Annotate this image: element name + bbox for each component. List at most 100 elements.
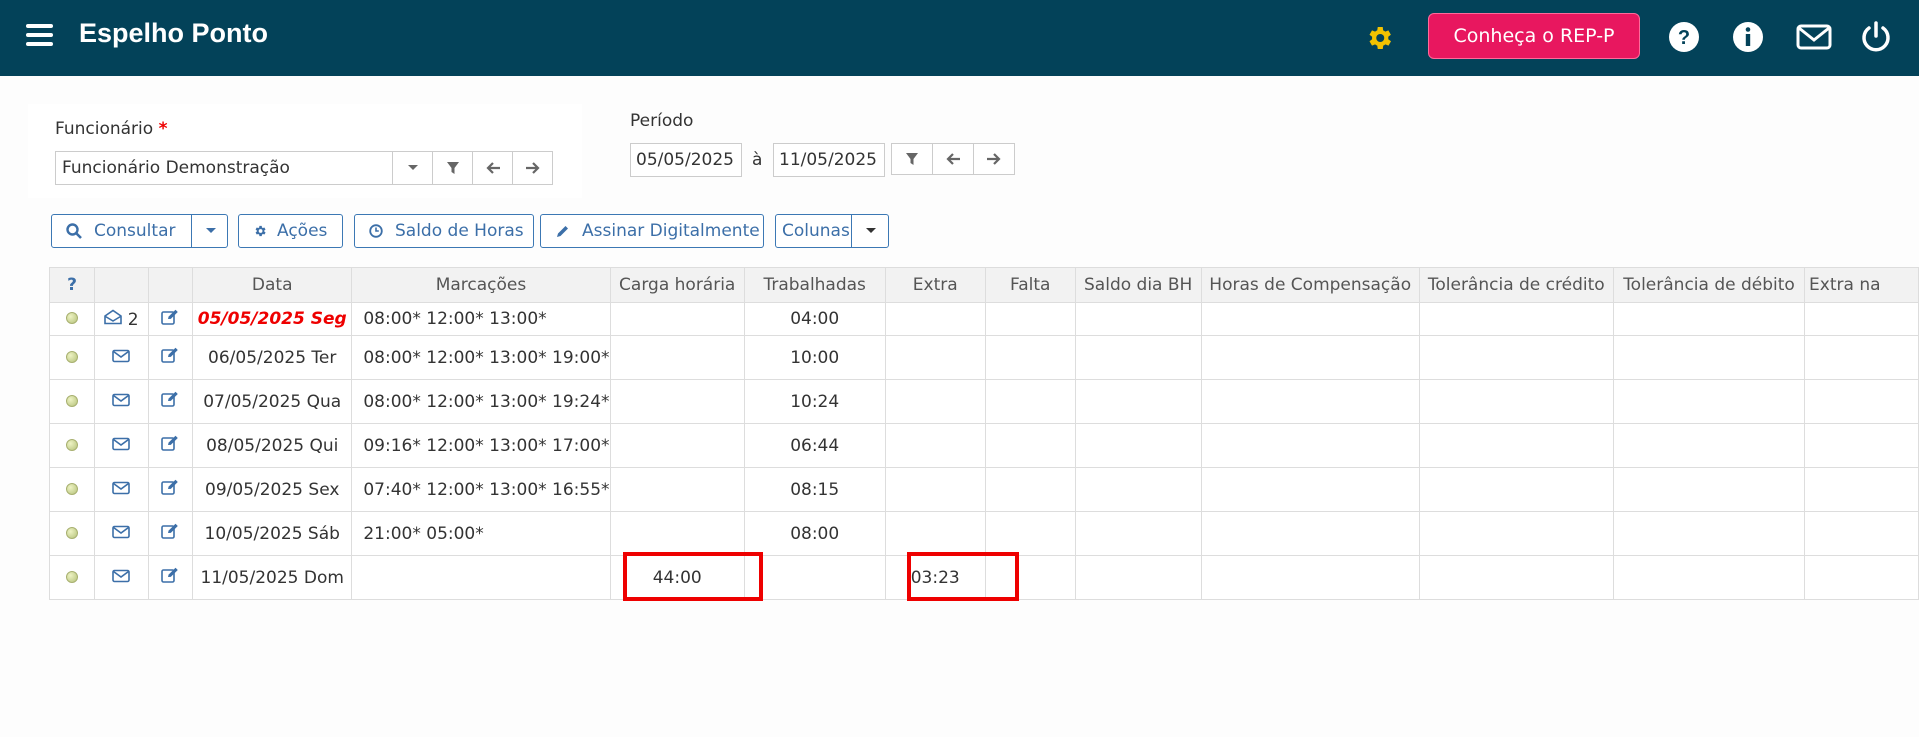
- edit-icon: [161, 391, 179, 407]
- messages-cell[interactable]: [94, 335, 149, 380]
- column-header-bh-balance[interactable]: Saldo dia BH: [1074, 267, 1202, 303]
- envelope-open-icon: [104, 309, 123, 324]
- status-dot-icon: [66, 482, 79, 495]
- bh-balance-cell: [1074, 511, 1202, 556]
- status-cell: [48, 335, 96, 380]
- worked-cell: 08:00: [743, 511, 886, 556]
- marks-cell[interactable]: 08:00* 12:00* 13:00* 19:24*: [351, 379, 611, 424]
- edit-cell[interactable]: [147, 467, 194, 512]
- help-header[interactable]: ?: [48, 267, 96, 303]
- marks-cell[interactable]: 07:40* 12:00* 13:00* 16:55*: [351, 467, 611, 512]
- marks-cell[interactable]: 21:00* 05:00*: [351, 511, 611, 556]
- compensation-cell: [1200, 379, 1420, 424]
- edit-cell[interactable]: [147, 555, 194, 600]
- marks-cell[interactable]: 09:16* 12:00* 13:00* 17:00*: [351, 423, 611, 468]
- messages-cell[interactable]: [94, 379, 149, 424]
- edit-cell[interactable]: [147, 379, 194, 424]
- credit-tolerance-cell: [1418, 302, 1614, 336]
- worked-cell: 10:00: [743, 335, 886, 380]
- bh-balance-cell: [1074, 302, 1202, 336]
- extra-night-cell: [1804, 379, 1919, 424]
- carga-cell: [609, 379, 745, 424]
- absence-cell: [984, 423, 1076, 468]
- envelope-icon: [112, 569, 131, 582]
- absence-cell: [984, 302, 1076, 336]
- column-header-credit-tolerance[interactable]: Tolerância de crédito: [1418, 267, 1614, 303]
- messages-cell[interactable]: [94, 555, 149, 600]
- status-cell: [48, 379, 96, 424]
- absence-cell: [984, 379, 1076, 424]
- compensation-cell: [1200, 335, 1420, 380]
- grid-viewport: ? Data Marcações Carga horária Trabalhad…: [0, 0, 1919, 737]
- absence-cell: [984, 511, 1076, 556]
- status-dot-icon: [66, 394, 79, 407]
- table-header-row: ? Data Marcações Carga horária Trabalhad…: [48, 267, 1919, 303]
- extra-cell: [884, 379, 986, 424]
- edit-cell[interactable]: [147, 423, 194, 468]
- column-header-debit-tolerance[interactable]: Tolerância de débito: [1612, 267, 1806, 303]
- absence-cell: [984, 335, 1076, 380]
- table-row[interactable]: 10/05/2025 Sáb 21:00* 05:00* 08:00: [48, 511, 1919, 556]
- table-row[interactable]: 09/05/2025 Sex 07:40* 12:00* 13:00* 16:55…: [48, 467, 1919, 512]
- envelope-icon: [112, 525, 131, 538]
- credit-tolerance-cell: [1418, 335, 1614, 380]
- credit-tolerance-cell: [1418, 555, 1614, 600]
- messages-cell[interactable]: 2: [94, 302, 149, 336]
- column-header-extra[interactable]: Extra: [884, 267, 986, 303]
- edit-cell[interactable]: [147, 335, 194, 380]
- credit-tolerance-cell: [1418, 511, 1614, 556]
- edit-icon: [161, 523, 179, 539]
- compensation-cell: [1200, 302, 1420, 336]
- extra-night-cell: [1804, 302, 1919, 336]
- extra-cell: 03:23: [884, 555, 986, 600]
- extra-night-cell: [1804, 467, 1919, 512]
- extra-cell: [884, 302, 986, 336]
- marks-cell[interactable]: [351, 555, 611, 600]
- edit-cell[interactable]: [147, 511, 194, 556]
- extra-night-cell: [1804, 511, 1919, 556]
- debit-tolerance-cell: [1612, 511, 1806, 556]
- compensation-cell: [1200, 467, 1420, 512]
- marks-cell[interactable]: 08:00* 12:00* 13:00* 19:00*: [351, 335, 611, 380]
- table-row[interactable]: 2 05/05/2025 Seg 08:00* 12:00* 13:00* 04:00: [48, 302, 1919, 336]
- column-header-extra-night[interactable]: Extra na: [1804, 267, 1919, 303]
- date-cell: 07/05/2025 Qua: [192, 379, 353, 424]
- carga-cell: [609, 511, 745, 556]
- extra-cell: [884, 335, 986, 380]
- column-header-carga[interactable]: Carga horária: [609, 267, 745, 303]
- message-count: 2: [127, 309, 139, 330]
- edit-header: [147, 267, 194, 303]
- messages-cell[interactable]: [94, 423, 149, 468]
- bh-balance-cell: [1074, 423, 1202, 468]
- extra-night-cell: [1804, 423, 1919, 468]
- marks-cell[interactable]: 08:00* 12:00* 13:00*: [351, 302, 611, 336]
- edit-icon: [161, 435, 179, 451]
- bh-balance-cell: [1074, 379, 1202, 424]
- table-row[interactable]: 06/05/2025 Ter 08:00* 12:00* 13:00* 19:00…: [48, 335, 1919, 380]
- debit-tolerance-cell: [1612, 555, 1806, 600]
- debit-tolerance-cell: [1612, 423, 1806, 468]
- column-header-marks[interactable]: Marcações: [351, 267, 611, 303]
- table-row[interactable]: 11/05/2025 Dom 44:00 03:23: [48, 555, 1919, 600]
- envelope-icon: [112, 481, 131, 494]
- extra-night-cell: [1804, 335, 1919, 380]
- compensation-cell: [1200, 511, 1420, 556]
- worked-cell: [743, 555, 886, 600]
- date-cell: 09/05/2025 Sex: [192, 467, 353, 512]
- messages-cell[interactable]: [94, 467, 149, 512]
- table-row[interactable]: 07/05/2025 Qua 08:00* 12:00* 13:00* 19:24…: [48, 379, 1919, 424]
- worked-cell: 06:44: [743, 423, 886, 468]
- column-header-worked[interactable]: Trabalhadas: [743, 267, 886, 303]
- edit-icon: [161, 309, 179, 325]
- edit-icon: [161, 347, 179, 363]
- compensation-cell: [1200, 423, 1420, 468]
- edit-cell[interactable]: [147, 302, 194, 336]
- column-header-absence[interactable]: Falta: [984, 267, 1076, 303]
- status-cell: [48, 555, 96, 600]
- status-header: [94, 267, 149, 303]
- column-header-compensation[interactable]: Horas de Compensação: [1200, 267, 1420, 303]
- status-cell: [48, 302, 96, 336]
- column-header-date[interactable]: Data: [192, 267, 353, 303]
- messages-cell[interactable]: [94, 511, 149, 556]
- table-row[interactable]: 08/05/2025 Qui 09:16* 12:00* 13:00* 17:00…: [48, 423, 1919, 468]
